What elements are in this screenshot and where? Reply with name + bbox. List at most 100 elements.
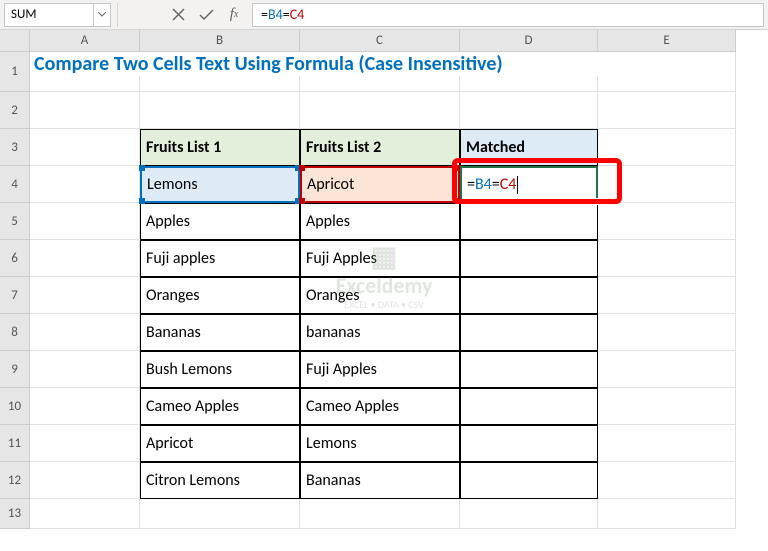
cell[interactable]: Cameo Apples [140, 388, 300, 425]
cell[interactable] [30, 462, 140, 499]
cell[interactable] [30, 203, 140, 240]
grid-row: Apples Apples [30, 203, 768, 240]
grid-row: Fruits List 1 Fruits List 2 Matched [30, 129, 768, 166]
grid-row: Bananas bananas [30, 314, 768, 351]
cell[interactable] [30, 499, 140, 529]
cell[interactable] [460, 277, 598, 314]
cell[interactable] [598, 462, 736, 499]
cell[interactable]: Apples [140, 203, 300, 240]
row-header-9[interactable]: 9 [0, 351, 30, 388]
active-cell-d4[interactable]: =B4=C4 [460, 166, 598, 203]
cell[interactable] [598, 277, 736, 314]
cell[interactable] [598, 240, 736, 277]
cell[interactable] [30, 277, 140, 314]
grid-row: Compare Two Cells Text Using Formula (Ca… [30, 52, 768, 92]
cell[interactable]: Oranges [140, 277, 300, 314]
cell[interactable] [598, 129, 736, 166]
col-header-E[interactable]: E [598, 30, 736, 52]
cell[interactable] [30, 425, 140, 462]
cell[interactable]: Oranges [300, 277, 460, 314]
row-header-8[interactable]: 8 [0, 314, 30, 351]
cell[interactable] [140, 499, 300, 529]
table-header[interactable]: Matched [460, 129, 598, 166]
row-header-10[interactable]: 10 [0, 388, 30, 425]
formula-text: =B4=C4 [261, 6, 304, 23]
row-header-13[interactable]: 13 [0, 499, 30, 529]
cancel-button[interactable] [164, 3, 192, 27]
cell[interactable] [30, 240, 140, 277]
cell[interactable] [598, 92, 736, 129]
grid-row: Bush Lemons Fuji Apples [30, 351, 768, 388]
cell[interactable] [460, 240, 598, 277]
enter-button[interactable] [192, 3, 220, 27]
x-icon [172, 8, 185, 21]
cell[interactable] [460, 351, 598, 388]
cell[interactable] [598, 425, 736, 462]
cell[interactable] [300, 499, 460, 529]
name-box[interactable]: SUM [4, 3, 94, 27]
cell[interactable] [30, 351, 140, 388]
row-header-3[interactable]: 3 [0, 129, 30, 166]
cell[interactable] [300, 92, 460, 129]
cell[interactable] [140, 92, 300, 129]
row-header-7[interactable]: 7 [0, 277, 30, 314]
name-box-dropdown[interactable] [94, 3, 111, 27]
editing-formula: =B4=C4 [467, 175, 518, 194]
cell[interactable]: Cameo Apples [300, 388, 460, 425]
col-header-C[interactable]: C [300, 30, 460, 52]
cell[interactable] [598, 314, 736, 351]
cell[interactable] [460, 203, 598, 240]
cell[interactable]: Fuji Apples [300, 351, 460, 388]
cell[interactable]: Lemons [300, 425, 460, 462]
cell[interactable] [598, 203, 736, 240]
cell[interactable]: Bananas [140, 314, 300, 351]
spreadsheet: A B C D E 1 2 3 4 5 6 7 8 9 10 11 12 13 [0, 30, 768, 551]
cell[interactable] [460, 388, 598, 425]
row-header-4[interactable]: 4 [0, 166, 30, 203]
cell[interactable] [460, 499, 598, 529]
col-header-D[interactable]: D [460, 30, 598, 52]
row-header-1[interactable]: 1 [0, 52, 30, 92]
cell[interactable]: Fuji Apples [300, 240, 460, 277]
cell[interactable] [598, 351, 736, 388]
cell[interactable] [30, 92, 140, 129]
table-header[interactable]: Fruits List 1 [140, 129, 300, 166]
grid-row [30, 92, 768, 129]
cell[interactable] [30, 166, 140, 203]
cell-ref-c4[interactable]: Apricot [300, 166, 460, 203]
col-header-B[interactable]: B [140, 30, 300, 52]
row-header-12[interactable]: 12 [0, 462, 30, 499]
cell[interactable] [598, 166, 736, 203]
cell[interactable]: bananas [300, 314, 460, 351]
row-header-2[interactable]: 2 [0, 92, 30, 129]
cell[interactable] [460, 462, 598, 499]
cell[interactable] [30, 129, 140, 166]
formula-input[interactable]: =B4=C4 [252, 3, 764, 27]
fill-handle[interactable] [593, 198, 600, 205]
cell[interactable] [460, 425, 598, 462]
cell[interactable] [598, 499, 736, 529]
grid: Compare Two Cells Text Using Formula (Ca… [30, 52, 768, 529]
cell[interactable]: Apricot [140, 425, 300, 462]
page-title[interactable]: Compare Two Cells Text Using Formula (Ca… [30, 52, 630, 76]
row-header-5[interactable]: 5 [0, 203, 30, 240]
select-all-corner[interactable] [0, 30, 30, 52]
insert-function-button[interactable]: fx [220, 3, 248, 27]
cell[interactable] [598, 388, 736, 425]
check-icon [199, 8, 214, 21]
cell[interactable] [30, 314, 140, 351]
col-header-A[interactable]: A [30, 30, 140, 52]
cell[interactable]: Bananas [300, 462, 460, 499]
cell[interactable] [460, 92, 598, 129]
cell[interactable] [460, 314, 598, 351]
row-header-6[interactable]: 6 [0, 240, 30, 277]
cell-ref-b4[interactable]: Lemons [140, 166, 300, 203]
cell[interactable]: Fuji apples [140, 240, 300, 277]
cell[interactable] [30, 388, 140, 425]
cell[interactable]: Apples [300, 203, 460, 240]
row-header-11[interactable]: 11 [0, 425, 30, 462]
row-headers: 1 2 3 4 5 6 7 8 9 10 11 12 13 [0, 52, 30, 529]
cell[interactable]: Citron Lemons [140, 462, 300, 499]
table-header[interactable]: Fruits List 2 [300, 129, 460, 166]
cell[interactable]: Bush Lemons [140, 351, 300, 388]
